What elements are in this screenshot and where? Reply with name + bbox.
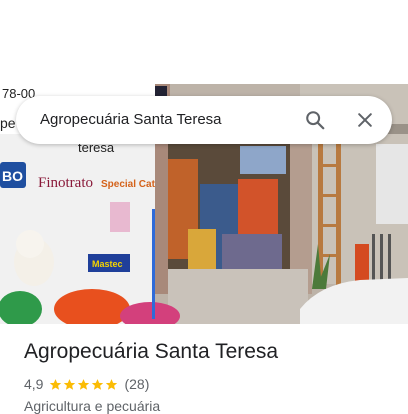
star-icon: [78, 378, 90, 390]
rating-stars: [49, 378, 119, 391]
place-info-panel: Agropecuária Santa Teresa 4,9 (28) Agric…: [0, 324, 408, 414]
rating-value: 4,9: [24, 376, 44, 392]
star-icon: [50, 378, 62, 390]
place-category: Agricultura e pecuária: [24, 398, 161, 414]
rating-row[interactable]: 4,9 (28): [24, 375, 149, 393]
search-button[interactable]: [300, 105, 330, 135]
banner-logo-1: BO: [2, 168, 23, 184]
close-button[interactable]: [350, 105, 380, 135]
search-bar[interactable]: Agropecuária Santa Teresa: [16, 96, 392, 144]
banner-logo-2: Finotrato: [38, 175, 93, 191]
star-icon: [92, 378, 104, 390]
close-icon: [358, 113, 372, 127]
star-icon: [106, 378, 118, 390]
search-input[interactable]: Agropecuária Santa Teresa: [40, 96, 222, 144]
banner-logo-3: Special Cat: [101, 179, 156, 190]
search-icon: [306, 111, 325, 130]
sign-text-2: pe: [0, 115, 16, 131]
review-count: (28): [124, 376, 150, 392]
star-icon: [64, 378, 76, 390]
place-title[interactable]: Agropecuária Santa Teresa: [24, 340, 278, 364]
banner-logo-4: Mastec: [92, 259, 123, 269]
